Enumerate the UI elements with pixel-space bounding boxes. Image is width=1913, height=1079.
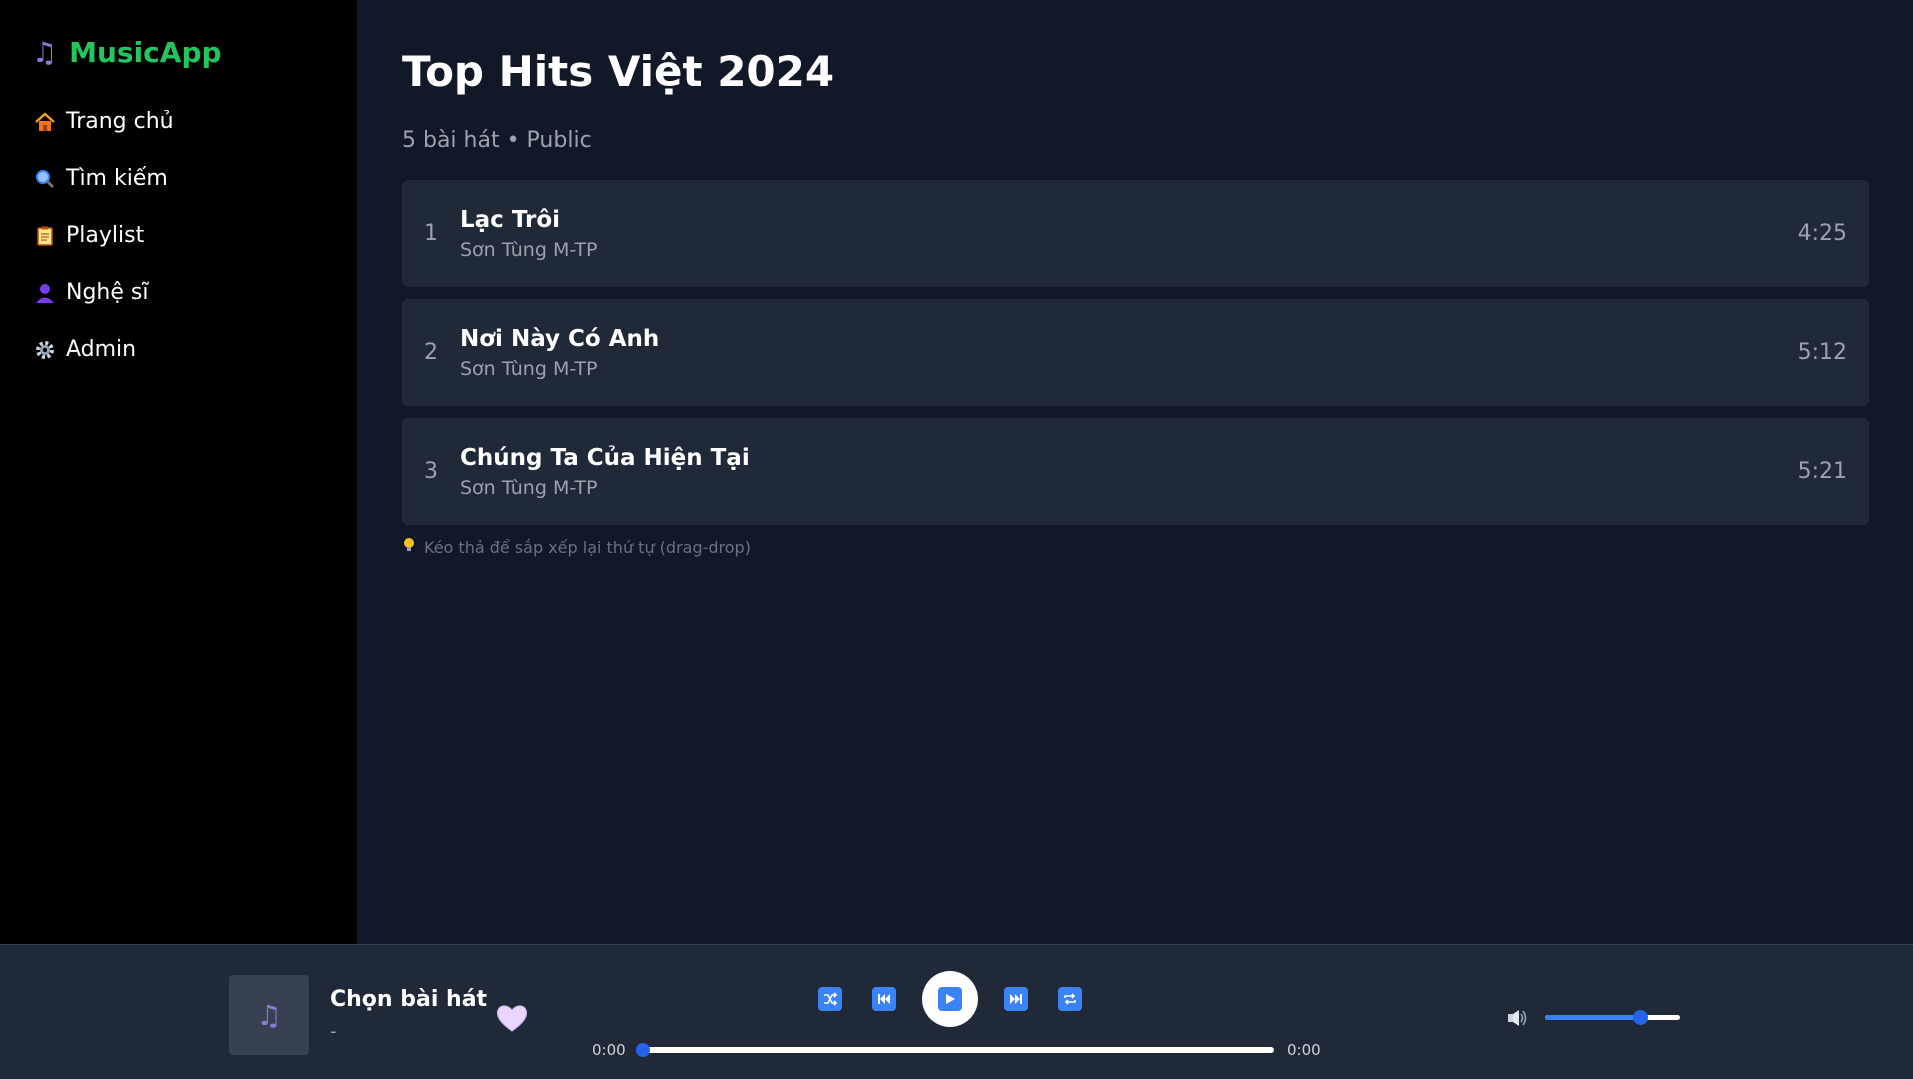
volume-fill (1545, 1015, 1640, 1020)
now-playing-title: Chọn bài hát (330, 987, 488, 1012)
music-note-icon: ♫ (32, 36, 58, 69)
track-artist: Sơn Tùng M-TP (460, 476, 598, 499)
sidebar-item-label: Trang chủ (66, 109, 174, 134)
track-title: Lạc Trôi (460, 206, 561, 233)
repeat-button[interactable] (1058, 987, 1082, 1011)
search-icon (32, 166, 58, 192)
track-number: 2 (424, 340, 438, 365)
playlist-meta: 5 bài hát • Public (402, 128, 592, 153)
track-number: 3 (424, 459, 438, 484)
like-button[interactable] (494, 1000, 530, 1036)
play-button[interactable] (922, 971, 978, 1027)
heart-icon (496, 1005, 528, 1032)
hint-text: Kéo thả để sắp xếp lại thứ tự (drag-drop… (424, 537, 751, 557)
total-time: 0:00 (1287, 1041, 1321, 1059)
volume-thumb[interactable] (1632, 1010, 1648, 1025)
track-artist: Sơn Tùng M-TP (460, 357, 598, 380)
repeat-icon (1064, 993, 1076, 1005)
volume-button[interactable] (1505, 1006, 1529, 1030)
shuffle-button[interactable] (818, 987, 842, 1011)
sidebar-item-label: Nghệ sĩ (66, 280, 149, 305)
next-icon (1010, 994, 1022, 1004)
track-artist: Sơn Tùng M-TP (460, 238, 598, 261)
previous-button[interactable] (872, 987, 896, 1011)
track-info: Chúng Ta Của Hiện Tại Sơn Tùng M-TP (460, 445, 1798, 499)
gear-icon (32, 337, 58, 363)
track-info: Nơi Này Có Anh Sơn Tùng M-TP (460, 326, 1798, 380)
progress-bar[interactable] (636, 1043, 1274, 1057)
next-button[interactable] (1004, 987, 1028, 1011)
play-icon (938, 987, 962, 1011)
music-note-icon: ♫ (256, 998, 282, 1032)
now-playing-artist: - (330, 1021, 337, 1042)
clipboard-icon (32, 223, 58, 249)
track-duration: 5:21 (1797, 459, 1847, 484)
app-name: MusicApp (69, 36, 222, 69)
player-bar: ♫ Chọn bài hát - 0:00 0:00 (0, 944, 1913, 1079)
sidebar-item-label: Playlist (66, 223, 145, 248)
playlist-view: Top Hits Việt 2024 5 bài hát • Public 1 … (357, 0, 1913, 944)
shuffle-icon (824, 992, 838, 1006)
sidebar-item-label: Tìm kiếm (66, 166, 168, 191)
progress-thumb[interactable] (636, 1043, 650, 1057)
sidebar-item-home[interactable]: Trang chủ (32, 93, 357, 150)
sidebar-item-artists[interactable]: Nghệ sĩ (32, 264, 357, 321)
sidebar-item-admin[interactable]: Admin (32, 321, 357, 378)
track-title: Nơi Này Có Anh (460, 325, 660, 352)
sidebar: ♫ MusicApp Trang chủ Tìm kiếm Playlist N… (0, 0, 357, 944)
track-list: 1 Lạc Trôi Sơn Tùng M-TP 4:25 2 Nơi Này … (402, 180, 1869, 525)
speaker-icon (1508, 1010, 1527, 1026)
lightbulb-icon (402, 537, 416, 557)
track-row[interactable]: 1 Lạc Trôi Sơn Tùng M-TP 4:25 (402, 180, 1869, 287)
page-title: Top Hits Việt 2024 (402, 47, 835, 96)
track-row[interactable]: 2 Nơi Này Có Anh Sơn Tùng M-TP 5:12 (402, 299, 1869, 406)
sidebar-item-label: Admin (66, 337, 137, 362)
sidebar-item-playlist[interactable]: Playlist (32, 207, 357, 264)
track-number: 1 (424, 221, 438, 246)
previous-icon (878, 994, 890, 1004)
volume-slider[interactable] (1545, 1010, 1680, 1025)
track-info: Lạc Trôi Sơn Tùng M-TP (460, 207, 1798, 261)
person-icon (32, 280, 58, 306)
playback-controls (818, 971, 1082, 1027)
track-duration: 5:12 (1797, 340, 1847, 365)
home-icon (32, 109, 58, 135)
drag-drop-hint: Kéo thả để sắp xếp lại thứ tự (drag-drop… (402, 537, 1869, 557)
sidebar-item-search[interactable]: Tìm kiếm (32, 150, 357, 207)
app-logo[interactable]: ♫ MusicApp (32, 36, 357, 69)
current-time: 0:00 (592, 1041, 626, 1059)
track-duration: 4:25 (1797, 221, 1847, 246)
track-title: Chúng Ta Của Hiện Tại (460, 444, 750, 471)
album-cover: ♫ (229, 975, 309, 1055)
track-row[interactable]: 3 Chúng Ta Của Hiện Tại Sơn Tùng M-TP 5:… (402, 418, 1869, 525)
